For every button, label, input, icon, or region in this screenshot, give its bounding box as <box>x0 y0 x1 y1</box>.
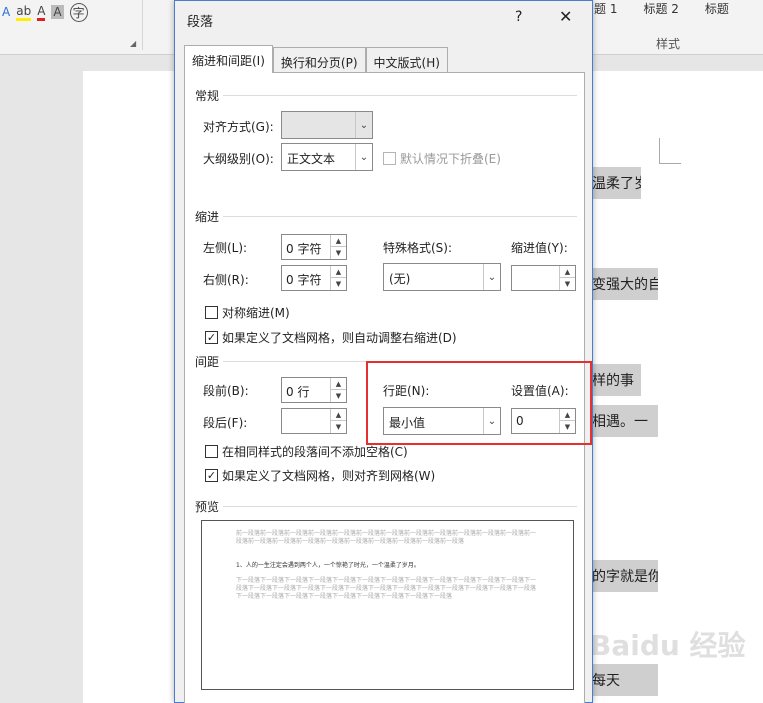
outline-level-value: 正文文本 <box>287 152 336 166</box>
left-indent-label: 左侧(L): <box>203 241 248 255</box>
chevron-down-icon: ⌄ <box>483 264 500 290</box>
spin-down-icon[interactable]: ▼ <box>560 278 575 290</box>
collapse-checkbox[interactable] <box>383 152 396 165</box>
character-shading-icon[interactable]: A <box>51 5 64 19</box>
document-text-line[interactable]: 的字就是你 <box>588 560 658 592</box>
spin-up-icon[interactable]: ▲ <box>560 266 575 278</box>
indent-by-spinner[interactable]: ▲ ▼ <box>511 265 576 291</box>
paragraph-preview: 前一段落前一段落前一段落前一段落前一段落前一段落前一段落前一段落前一段落前一段落… <box>201 520 574 690</box>
right-indent-value: 0 字符 <box>286 273 322 287</box>
chevron-down-icon: ⌄ <box>355 144 372 170</box>
snap-to-grid-checkbox[interactable]: ✓ <box>205 469 218 482</box>
left-indent-value: 0 字符 <box>286 242 322 256</box>
snap-to-grid-label: 如果定义了文档网格，则对齐到网格(W) <box>222 469 436 483</box>
spin-up-icon[interactable]: ▲ <box>331 266 346 278</box>
ribbon-separator <box>142 0 143 50</box>
style-heading-1[interactable]: 题 1 <box>594 0 617 17</box>
space-after-spinner[interactable]: ▲ ▼ <box>281 408 347 434</box>
spin-up-icon[interactable]: ▲ <box>331 409 346 421</box>
special-indent-value: (无) <box>389 272 411 286</box>
no-space-same-style-checkbox[interactable] <box>205 445 218 458</box>
right-indent-spinner[interactable]: 0 字符 ▲ ▼ <box>281 265 347 291</box>
document-text-line[interactable]: 变强大的自 <box>588 268 658 300</box>
indent-by-label: 缩进值(Y): <box>511 241 568 255</box>
outline-level-select[interactable]: 正文文本 ⌄ <box>281 143 373 171</box>
highlight-icon[interactable]: ab <box>16 4 32 21</box>
tab-line-page-breaks[interactable]: 换行和分页(P) <box>272 47 366 73</box>
space-before-spinner[interactable]: 0 行 ▲ ▼ <box>281 377 347 403</box>
styles-group-label: 样式 <box>656 37 681 51</box>
tab-indents-spacing[interactable]: 缩进和间距(I) <box>184 45 273 73</box>
preview-previous-paragraph: 前一段落前一段落前一段落前一段落前一段落前一段落前一段落前一段落前一段落前一段落… <box>236 530 537 545</box>
spin-down-icon[interactable]: ▼ <box>331 421 346 433</box>
close-button[interactable]: ✕ <box>559 7 572 26</box>
preview-next-paragraph: 下一段落下一段落下一段落下一段落下一段落下一段落下一段落下一段落下一段落下一段落… <box>236 577 537 600</box>
spin-up-icon[interactable]: ▲ <box>331 378 346 390</box>
document-text-line[interactable]: 样的事 <box>588 364 641 396</box>
space-before-label: 段前(B): <box>203 384 249 398</box>
section-divider <box>223 216 577 217</box>
style-heading-2[interactable]: 标题 2 <box>643 0 678 17</box>
highlight-annotation <box>366 361 592 445</box>
document-text-line[interactable]: 温柔了岁 <box>588 167 641 199</box>
section-divider <box>223 95 577 96</box>
no-space-same-style-label: 在相同样式的段落间不添加空格(C) <box>222 445 408 459</box>
section-indentation: 缩进 <box>195 210 220 224</box>
special-indent-label: 特殊格式(S): <box>383 241 453 255</box>
font-color-icon[interactable]: A <box>2 5 10 19</box>
preview-sample-text: 1、人的一生注定会遇到两个人，一个惊艳了时光，一个温柔了岁月。 <box>236 562 420 569</box>
dialog-launcher-icon[interactable]: ◢ <box>130 39 136 48</box>
style-title[interactable]: 标题 <box>705 0 729 17</box>
section-spacing: 间距 <box>195 355 220 369</box>
styles-gallery: 题 1 标题 2 标题 <box>594 0 729 17</box>
chevron-down-icon: ⌄ <box>355 112 372 138</box>
section-general: 常规 <box>195 89 220 103</box>
outline-level-label: 大纲级别(O): <box>203 152 274 166</box>
text-color-icon[interactable]: A <box>37 4 46 21</box>
auto-adjust-label: 如果定义了文档网格，则自动调整右缩进(D) <box>222 331 457 345</box>
right-indent-label: 右侧(R): <box>203 273 249 287</box>
help-button[interactable]: ? <box>515 9 522 25</box>
alignment-select[interactable]: ⌄ <box>281 111 373 139</box>
dialog-title: 段落 <box>187 15 214 30</box>
margin-corner-mark <box>659 138 681 164</box>
spin-down-icon[interactable]: ▼ <box>331 247 346 259</box>
spin-down-icon[interactable]: ▼ <box>331 390 346 402</box>
collapse-label: 默认情况下折叠(E) <box>400 152 501 166</box>
auto-adjust-checkbox[interactable]: ✓ <box>205 331 218 344</box>
section-preview: 预览 <box>195 500 220 514</box>
spin-up-icon[interactable]: ▲ <box>331 235 346 247</box>
mirror-indents-label: 对称缩进(M) <box>222 306 290 320</box>
baidu-watermark: Baidu 经验 <box>590 629 746 662</box>
space-after-label: 段后(F): <box>203 416 248 430</box>
tab-asian-typography[interactable]: 中文版式(H) <box>365 47 448 73</box>
enclose-character-icon[interactable]: 字 <box>69 2 88 22</box>
section-divider <box>223 506 577 507</box>
spin-down-icon[interactable]: ▼ <box>331 278 346 290</box>
space-before-value: 0 行 <box>286 385 310 399</box>
document-text-line[interactable]: 相遇。一 <box>588 405 658 437</box>
mirror-indents-checkbox[interactable] <box>205 306 218 319</box>
dialog-tabs: 缩进和间距(I) 换行和分页(P) 中文版式(H) <box>184 45 448 73</box>
alignment-label: 对齐方式(G): <box>203 120 274 134</box>
font-toolbar: A ab A A 字 <box>0 0 88 24</box>
left-indent-spinner[interactable]: 0 字符 ▲ ▼ <box>281 234 347 260</box>
document-text-line[interactable]: 每天 <box>588 664 658 696</box>
special-indent-select[interactable]: (无) ⌄ <box>383 263 501 291</box>
